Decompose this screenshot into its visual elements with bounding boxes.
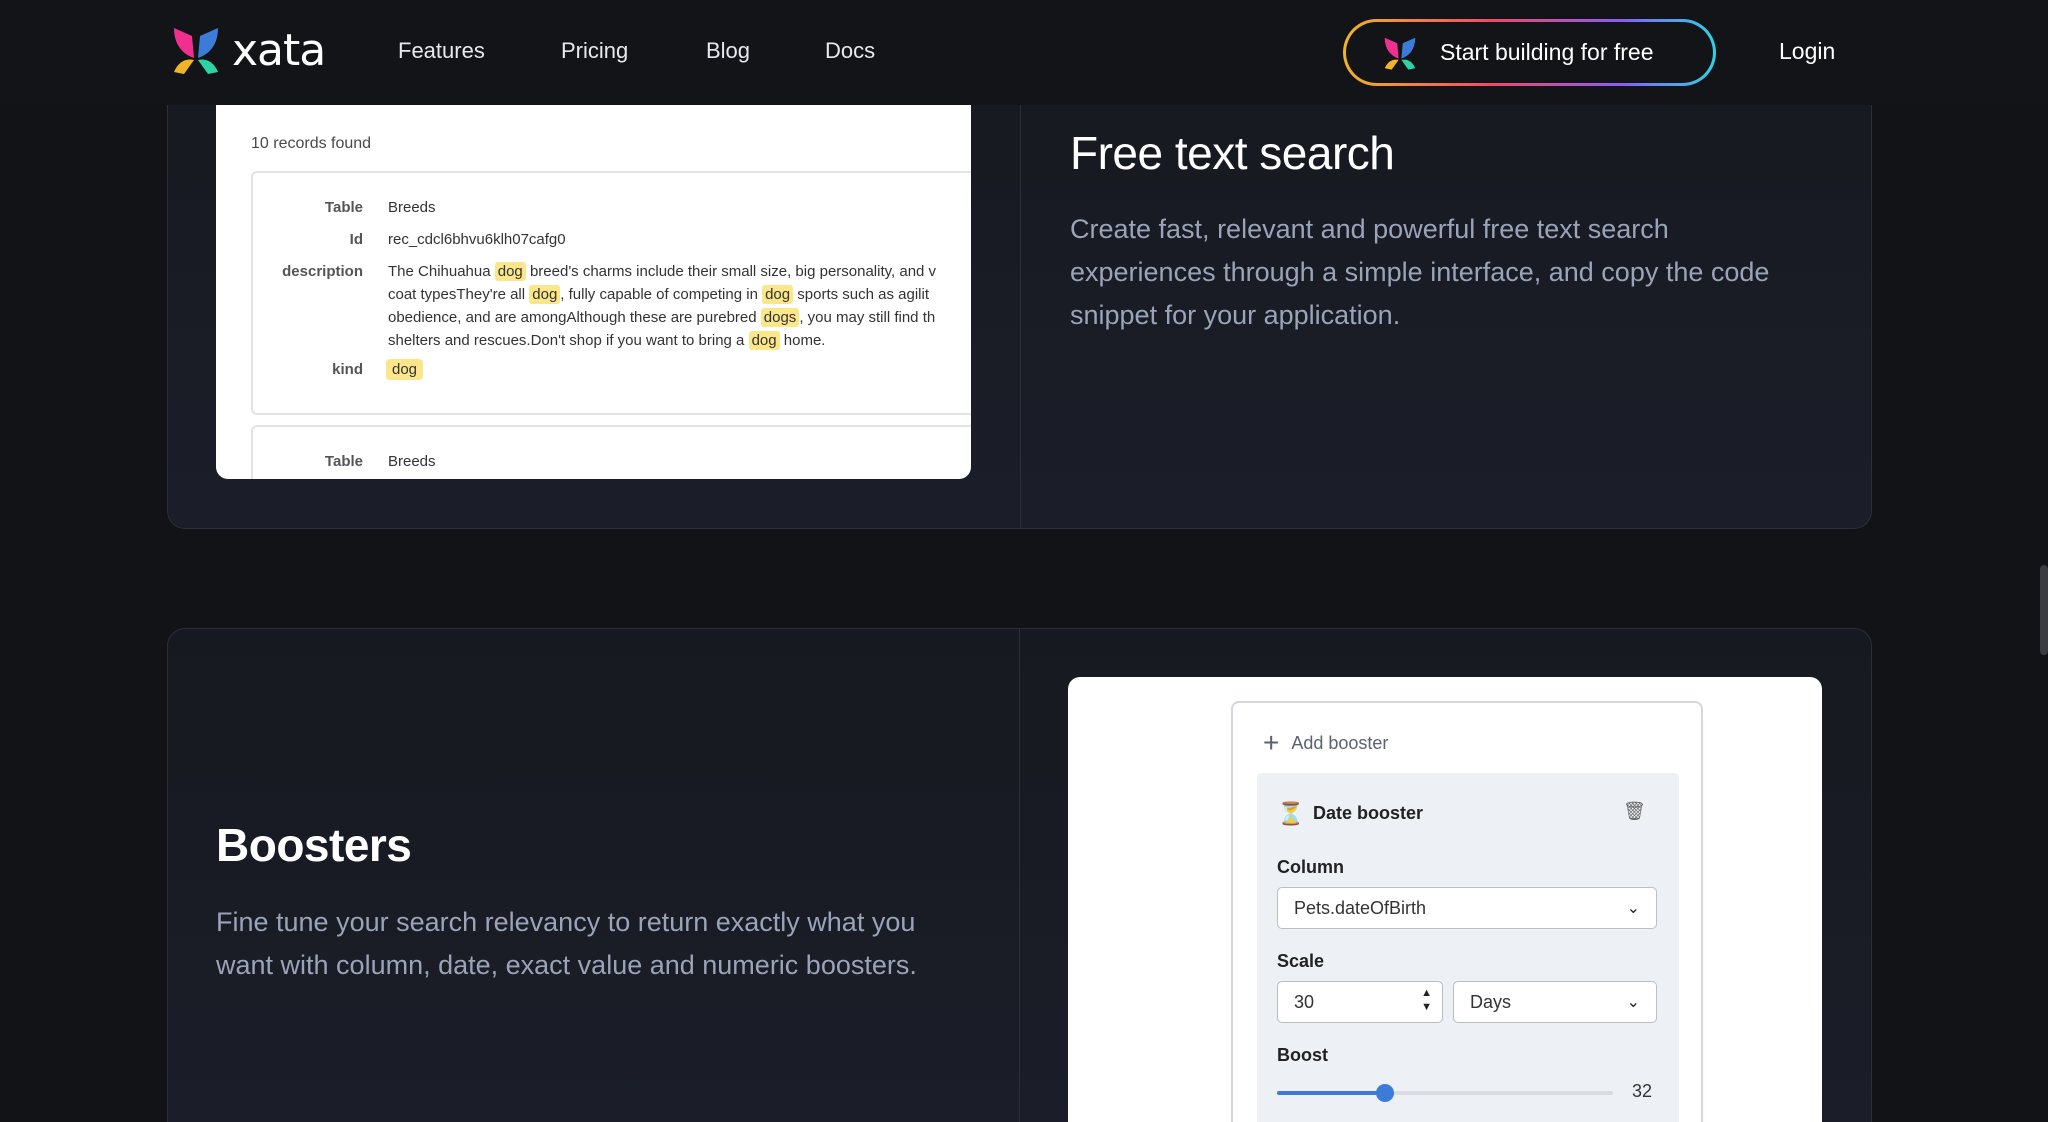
scale-label: Scale bbox=[1277, 951, 1325, 971]
field-value-id: rec_cdcl6bhvu6klh07cafg0 bbox=[388, 231, 566, 248]
record-card: Table Breeds bbox=[251, 425, 971, 479]
scale-number-input[interactable]: 30 ▲ ▼ bbox=[1277, 981, 1443, 1023]
card-divider bbox=[1019, 629, 1020, 1122]
column-select-value: Pets.dateOfBirth bbox=[1294, 897, 1427, 918]
boost-slider-fill bbox=[1277, 1091, 1385, 1095]
hourglass-icon: ⏳ bbox=[1277, 801, 1305, 826]
nav-link-features[interactable]: Features bbox=[398, 38, 485, 64]
field-label-table: Table bbox=[324, 453, 363, 470]
xata-logo[interactable]: xata bbox=[170, 22, 326, 78]
boosters-screenshot: + Add booster ⏳ Date booster 🗑 Column Pe… bbox=[1068, 677, 1822, 1122]
start-building-button[interactable]: Start building for free bbox=[1343, 19, 1716, 86]
add-booster-label: Add booster bbox=[1291, 732, 1389, 753]
description-line-2: coat typesThey're all dog, fully capable… bbox=[388, 285, 930, 304]
feature-description-free-text-search: Create fast, relevant and powerful free … bbox=[1070, 214, 1770, 330]
feature-title-boosters: Boosters bbox=[216, 819, 412, 871]
kind-badge: dog bbox=[386, 359, 424, 380]
xata-logo-icon bbox=[174, 28, 218, 74]
booster-panel: + Add booster ⏳ Date booster 🗑 Column Pe… bbox=[1231, 701, 1703, 1122]
boost-slider[interactable] bbox=[1277, 1084, 1613, 1102]
field-label-kind: kind bbox=[332, 361, 363, 378]
page-scrollbar[interactable] bbox=[2040, 565, 2048, 655]
field-label-description: description bbox=[282, 263, 363, 280]
description-line-3: obedience, and are amongAlthough these a… bbox=[388, 308, 936, 327]
boost-value: 32 bbox=[1632, 1081, 1653, 1101]
scale-unit-select[interactable]: Days ⌄ bbox=[1453, 981, 1657, 1023]
field-value-table: Breeds bbox=[388, 199, 436, 216]
scale-input-value: 30 bbox=[1294, 991, 1315, 1012]
description-line-4: shelters and rescues.Don't shop if you w… bbox=[388, 331, 826, 350]
records-found-count: 10 records found bbox=[251, 135, 372, 152]
description-line-1: The Chihuahua dog breed's charms include… bbox=[388, 262, 937, 281]
record-card: Table Breeds Id rec_cdcl6bhvu6klh07cafg0… bbox=[251, 171, 971, 415]
login-link[interactable]: Login bbox=[1779, 38, 1835, 65]
field-label-table: Table bbox=[324, 199, 363, 216]
field-label-id: Id bbox=[349, 231, 363, 248]
column-label: Column bbox=[1277, 857, 1344, 877]
top-nav: xata Features Pricing Blog Docs Start bu… bbox=[0, 0, 2048, 105]
chevron-down-icon: ⌄ bbox=[1626, 994, 1640, 1011]
boost-slider-handle[interactable] bbox=[1376, 1084, 1394, 1102]
field-value-table: Breeds bbox=[388, 453, 436, 470]
date-booster-title: Date booster bbox=[1313, 803, 1424, 823]
nav-link-docs[interactable]: Docs bbox=[825, 38, 875, 64]
xata-logo-icon bbox=[1384, 37, 1416, 70]
search-results-screenshot: 10 records found Table Breeds Id rec_cdc… bbox=[216, 105, 971, 479]
card-divider bbox=[1020, 40, 1021, 529]
plus-icon: + bbox=[1263, 727, 1280, 758]
nav-link-pricing[interactable]: Pricing bbox=[561, 38, 628, 64]
trash-icon[interactable]: 🗑 bbox=[1623, 801, 1646, 822]
scale-unit-value: Days bbox=[1470, 991, 1512, 1012]
boost-label: Boost bbox=[1277, 1045, 1328, 1065]
add-booster-button[interactable]: + Add booster bbox=[1263, 729, 1388, 757]
nav-link-blog[interactable]: Blog bbox=[706, 38, 750, 64]
stepper-arrows-icon[interactable]: ▲ ▼ bbox=[1421, 986, 1432, 1014]
date-booster-card: ⏳ Date booster 🗑 Column Pets.dateOfBirth… bbox=[1257, 773, 1679, 1122]
cta-label: Start building for free bbox=[1440, 39, 1654, 65]
brand-name: xata bbox=[232, 24, 326, 76]
column-select[interactable]: Pets.dateOfBirth ⌄ bbox=[1277, 887, 1657, 929]
chevron-down-icon: ⌄ bbox=[1626, 900, 1640, 917]
feature-description-boosters: Fine tune your search relevancy to retur… bbox=[216, 907, 917, 980]
feature-title-free-text-search: Free text search bbox=[1070, 127, 1395, 179]
